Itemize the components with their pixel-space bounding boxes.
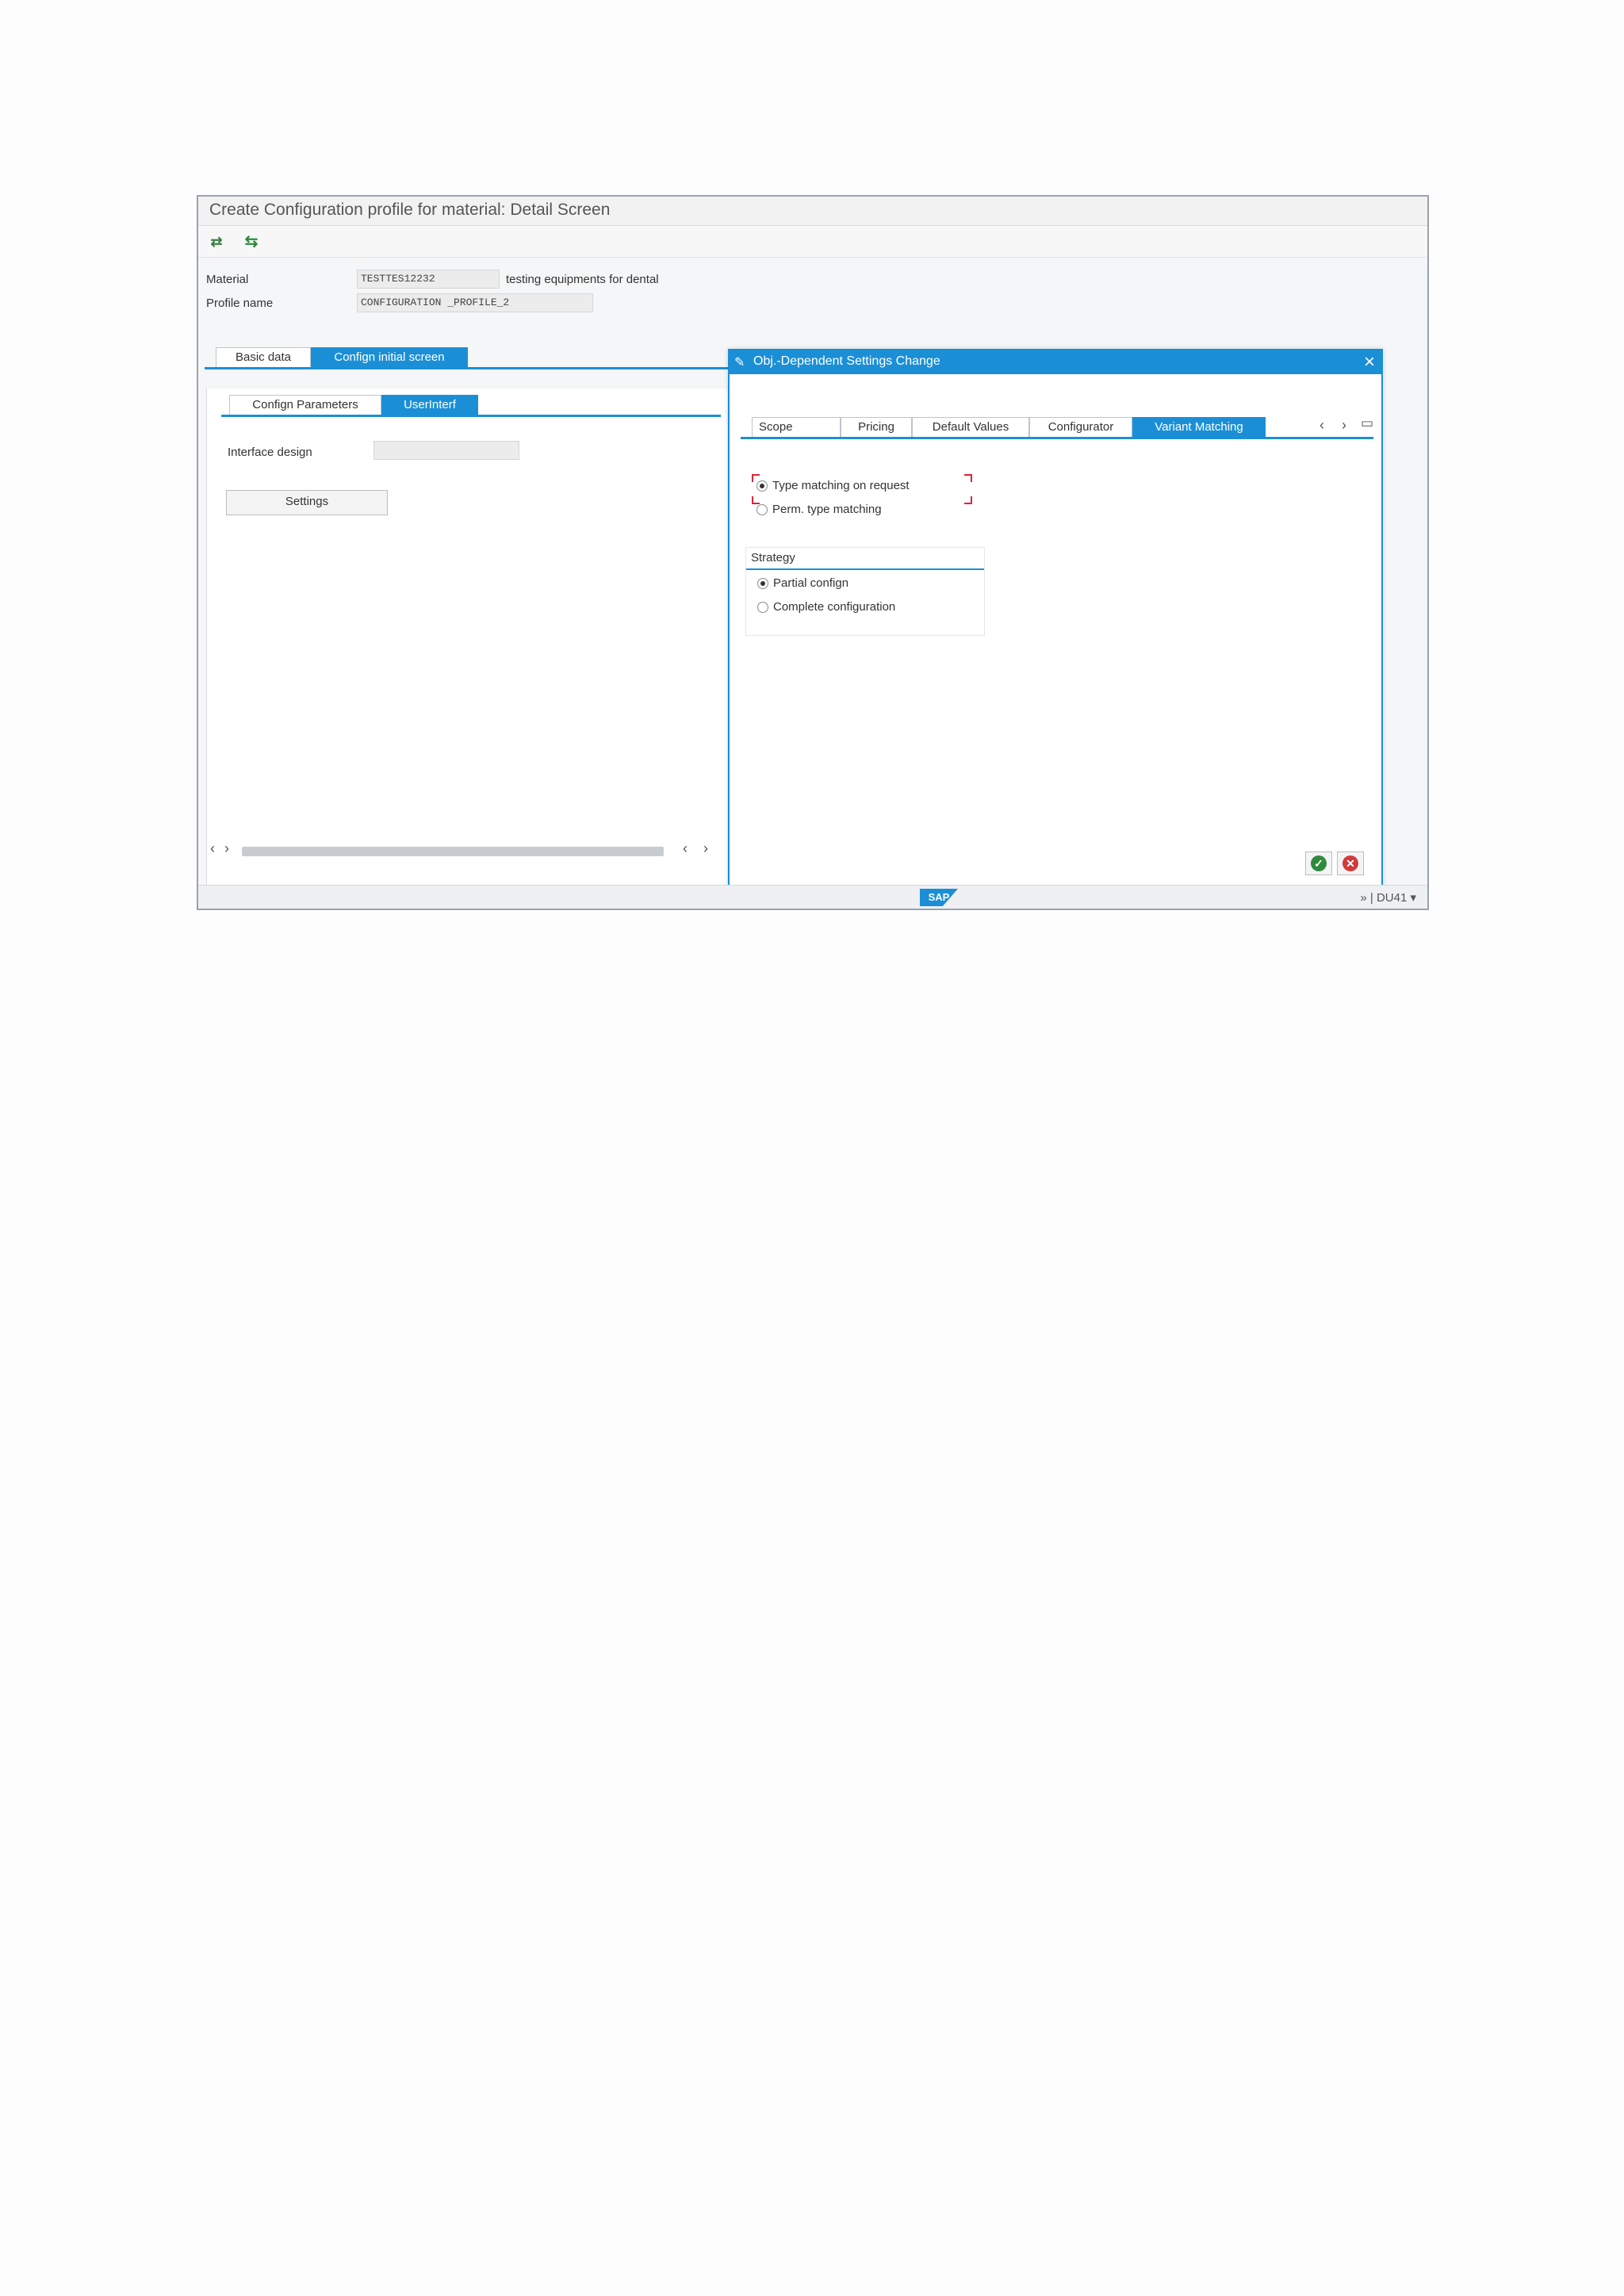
tab-variant-matching[interactable]: Variant Matching — [1132, 417, 1266, 438]
perm-type-matching-radio[interactable] — [756, 504, 768, 515]
dialog-title: Obj.-Dependent Settings Change — [753, 354, 940, 368]
type-matching-on-request-label[interactable]: Type matching on request — [772, 479, 910, 492]
sap-window: Create Configuration profile for materia… — [197, 195, 1429, 910]
focus-corner — [964, 474, 972, 482]
checkmark-icon: ✓ — [1311, 855, 1327, 871]
tab-list-icon[interactable]: ▭ — [1361, 415, 1373, 431]
subtab-underline — [221, 415, 721, 417]
close-icon[interactable]: × — [1364, 351, 1375, 373]
tab-scope[interactable]: Scope — [752, 417, 841, 438]
type-matching-on-request-radio[interactable] — [756, 480, 768, 492]
settings-button[interactable]: Settings — [226, 490, 388, 515]
dialog-title-bar: ✎ Obj.-Dependent Settings Change × — [730, 350, 1381, 374]
tab-prev-icon[interactable]: ‹ — [1320, 417, 1324, 434]
system-indicator[interactable]: » | DU41 ▾ — [1360, 890, 1416, 905]
cancel-button[interactable]: ✕ — [1337, 851, 1364, 875]
tab-configurator[interactable]: Configurator — [1029, 417, 1132, 438]
confign-initial-panel: Confign Parameters UserInterf Interface … — [206, 388, 727, 893]
dialog-tab-underline — [741, 437, 1373, 439]
tab-confign-initial-screen[interactable]: Confign initial screen — [311, 347, 468, 368]
strategy-group: Strategy Partial confign Complete config… — [745, 547, 985, 636]
refresh-icon[interactable]: ⇆ — [241, 232, 262, 252]
scrollbar-track[interactable] — [242, 847, 664, 856]
tab-default-values[interactable]: Default Values — [912, 417, 1029, 438]
scroll-left-end-icon[interactable]: ‹ — [683, 840, 688, 857]
tab-pricing[interactable]: Pricing — [841, 417, 912, 438]
interface-design-field[interactable] — [373, 441, 519, 460]
tab-next-icon[interactable]: › — [1342, 417, 1346, 434]
complete-configuration-label[interactable]: Complete configuration — [773, 600, 895, 614]
sap-logo: SAP — [920, 889, 958, 906]
complete-configuration-radio[interactable] — [757, 602, 768, 613]
profile-name-field: CONFIGURATION _PROFILE_2 — [357, 293, 593, 312]
tab-confign-parameters[interactable]: Confign Parameters — [229, 395, 381, 415]
toolbar: ⇄ ⇆ — [198, 227, 1427, 258]
tab-userinterf[interactable]: UserInterf — [381, 395, 478, 415]
tab-underline — [205, 367, 728, 369]
cancel-icon: ✕ — [1342, 855, 1358, 871]
window-title: Create Configuration profile for materia… — [209, 201, 611, 219]
material-label: Material — [206, 273, 249, 286]
strategy-header: Strategy — [746, 548, 984, 570]
focus-corner — [964, 496, 972, 504]
system-name: DU41 — [1376, 891, 1408, 905]
material-field: TESTTES12232 — [357, 270, 500, 289]
horizontal-scrollbar[interactable]: ‹ › ‹ › — [207, 840, 730, 859]
partial-confign-label[interactable]: Partial confign — [773, 576, 848, 590]
interface-design-label: Interface design — [228, 446, 312, 459]
scroll-right-end-icon[interactable]: › — [703, 840, 708, 857]
scroll-right-icon[interactable]: › — [224, 840, 229, 857]
profile-name-label: Profile name — [206, 297, 274, 310]
status-bar: SAP » | DU41 ▾ — [198, 885, 1427, 909]
material-description: testing equipments for dental — [506, 273, 659, 286]
strategy-title: Strategy — [751, 551, 795, 564]
edit-icon: ✎ — [734, 356, 745, 369]
settings-dialog: ✎ Obj.-Dependent Settings Change × Scope… — [728, 349, 1383, 890]
title-bar: Create Configuration profile for materia… — [198, 197, 1427, 226]
ok-button[interactable]: ✓ — [1305, 851, 1332, 875]
focus-corner — [752, 496, 760, 504]
partial-confign-radio[interactable] — [757, 578, 768, 589]
tab-basic-data[interactable]: Basic data — [216, 347, 311, 368]
other-object-icon[interactable]: ⇄ — [206, 232, 227, 252]
perm-type-matching-label[interactable]: Perm. type matching — [772, 503, 882, 516]
scroll-left-icon[interactable]: ‹ — [210, 840, 215, 857]
